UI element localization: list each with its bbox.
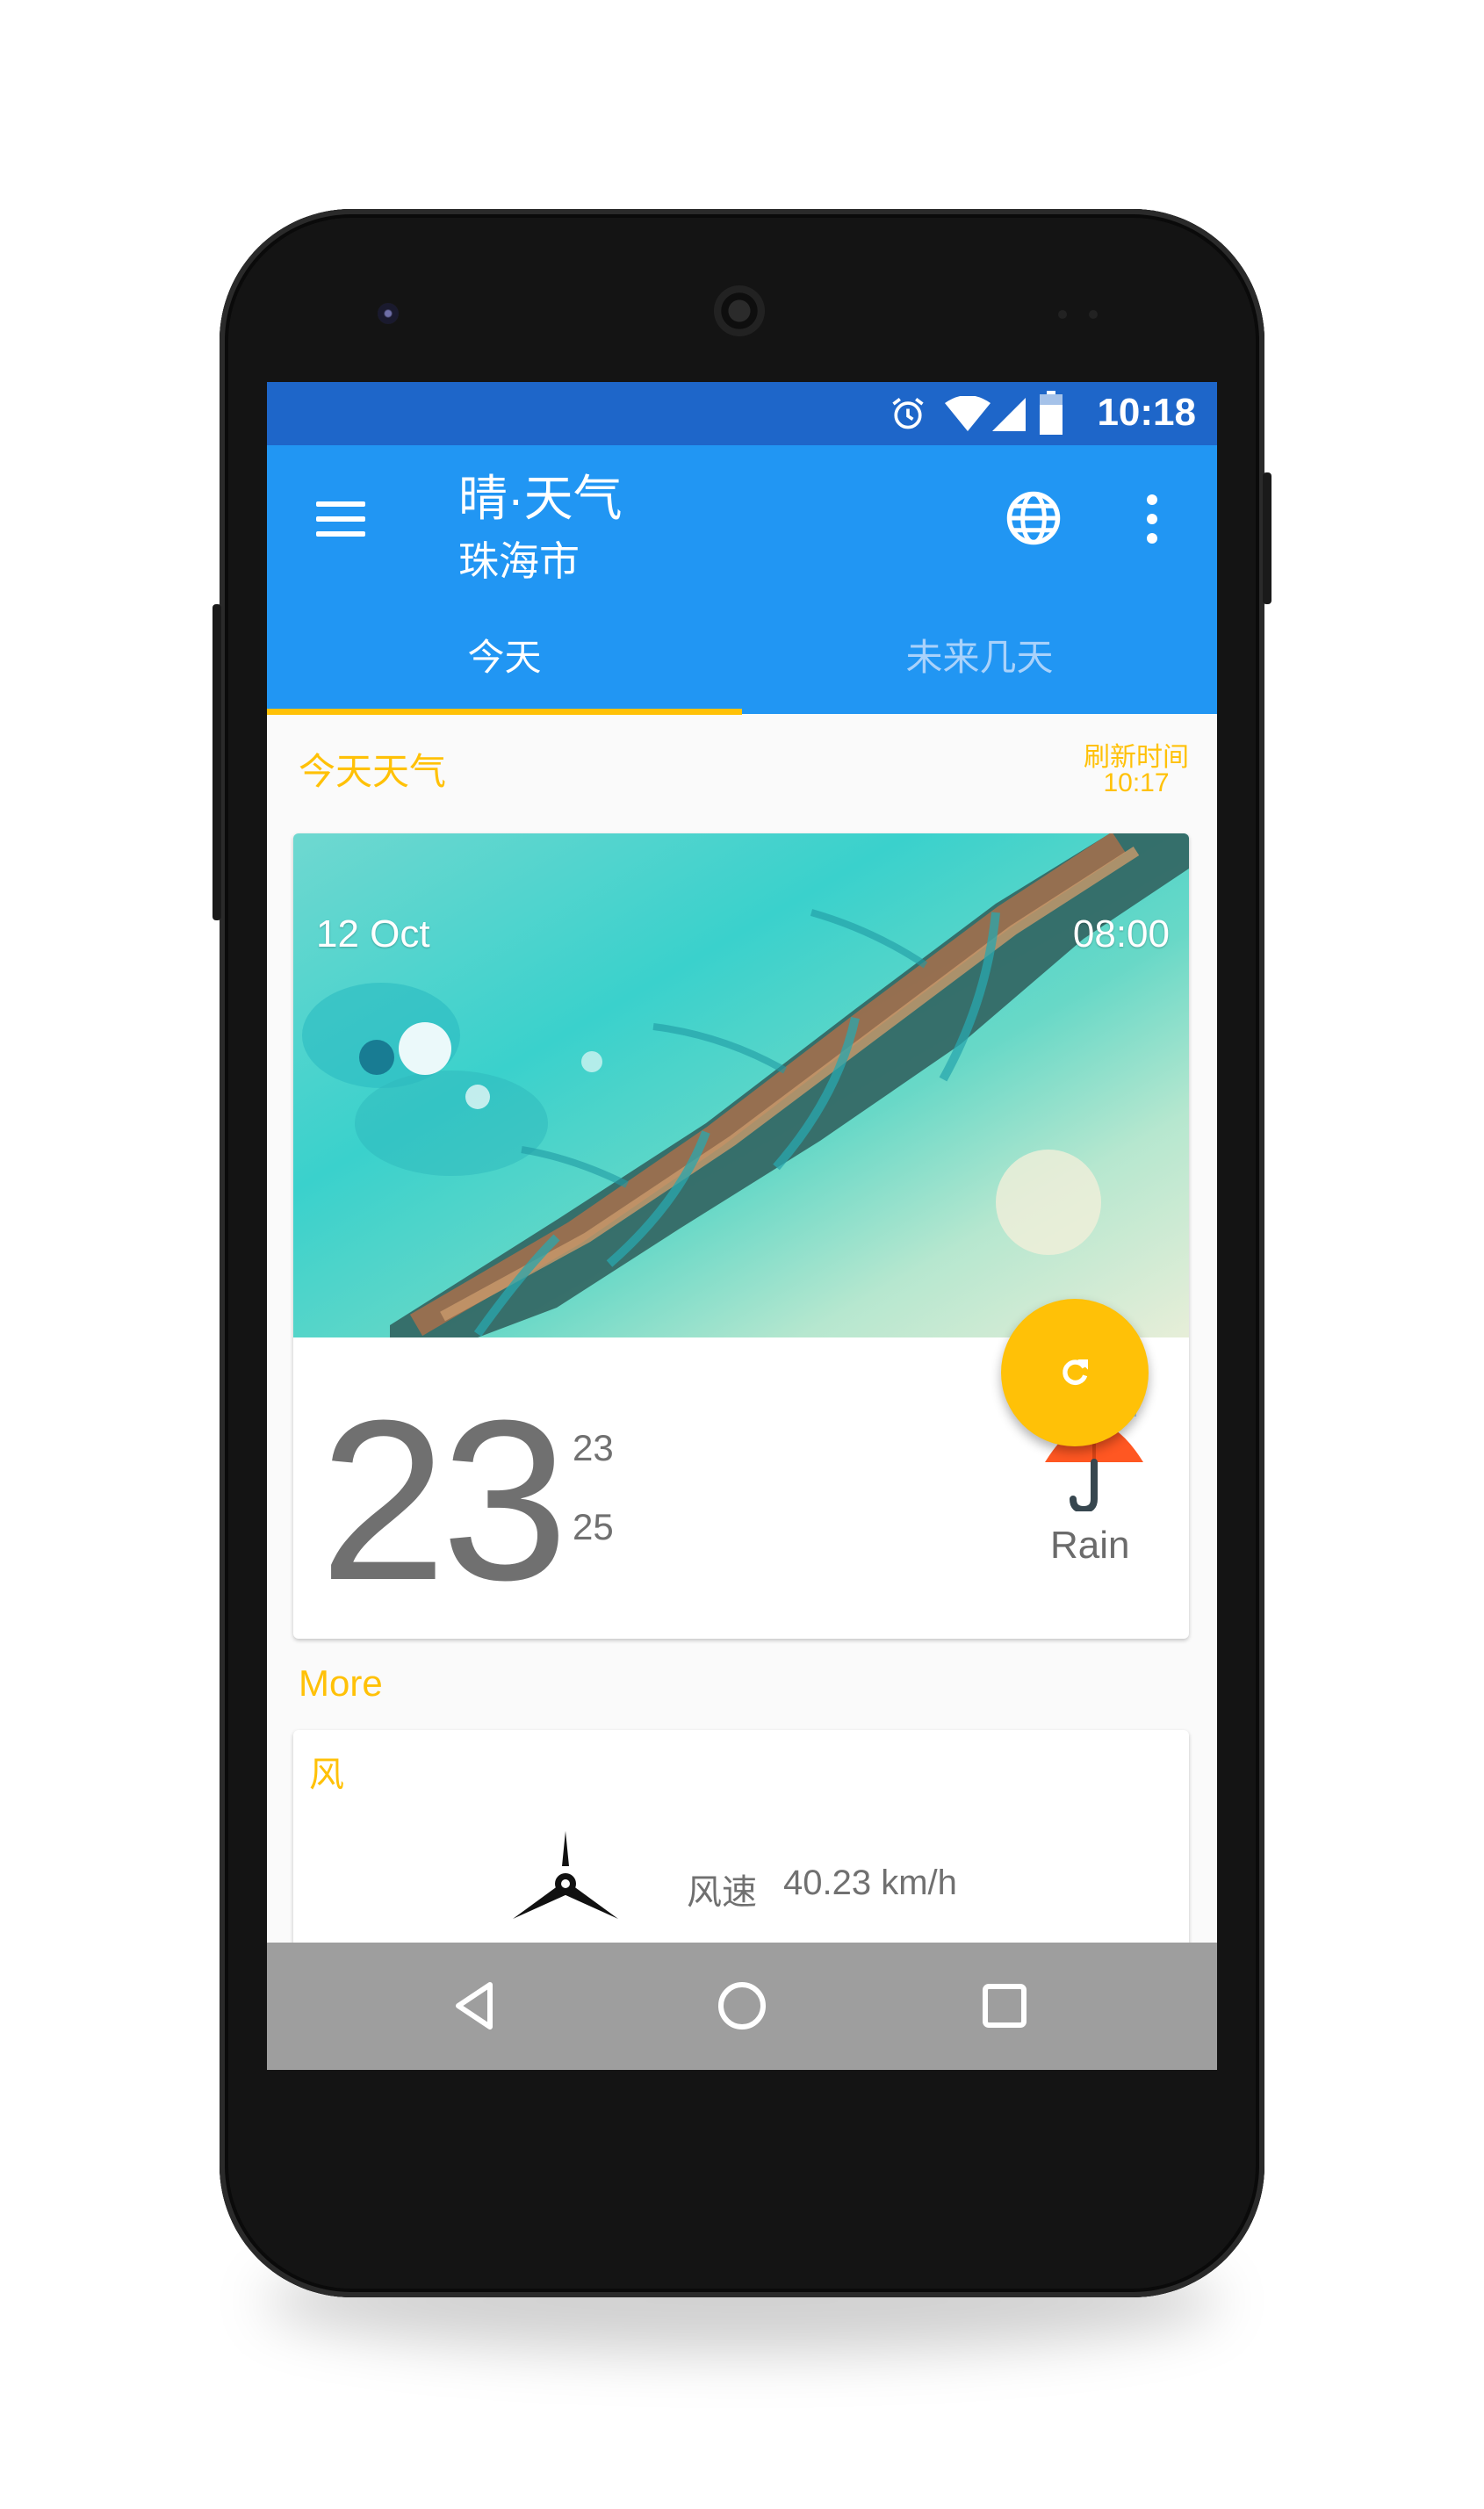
temp-low: 23 xyxy=(573,1427,614,1468)
back-icon[interactable] xyxy=(448,1978,504,2034)
home-icon[interactable] xyxy=(714,1978,770,2034)
forecast-time: 08:00 xyxy=(1072,912,1170,955)
battery-icon xyxy=(1040,391,1063,435)
hero-image: 12 Oct 08:00 xyxy=(293,833,1189,1337)
current-temperature: 23 xyxy=(320,1373,568,1628)
front-camera xyxy=(378,303,399,324)
app-bar: 晴·天气 珠海市 今天 未来几天 xyxy=(267,445,1217,715)
recents-icon[interactable] xyxy=(976,1978,1033,2034)
more-label: More xyxy=(299,1662,383,1704)
weather-card[interactable]: 12 Oct 08:00 23 23 25 Rain xyxy=(293,833,1189,1639)
app-title: 晴·天气 xyxy=(458,471,623,526)
wind-card-title: 风 xyxy=(309,1756,344,1794)
globe-icon[interactable] xyxy=(1005,489,1063,547)
menu-icon[interactable] xyxy=(316,501,365,537)
light-sensor xyxy=(1089,310,1098,319)
earpiece-speaker xyxy=(714,285,765,336)
today-weather-label: 今天天气 xyxy=(299,751,447,792)
wind-turbine-icon xyxy=(513,1831,618,1919)
temp-high: 25 xyxy=(573,1506,614,1547)
proximity-sensor xyxy=(1058,310,1067,319)
wifi-icon xyxy=(945,396,991,431)
signal-icon xyxy=(992,398,1026,431)
refresh-button[interactable] xyxy=(1001,1299,1149,1446)
weather-condition: Rain xyxy=(1050,1524,1130,1567)
wind-speed-label: 风速 xyxy=(687,1873,757,1912)
alarm-icon xyxy=(892,398,924,429)
forecast-date: 12 Oct xyxy=(316,912,430,955)
tab-indicator xyxy=(267,709,742,715)
status-time: 10:18 xyxy=(1097,391,1196,434)
power-button xyxy=(1263,472,1271,604)
nav-bar xyxy=(267,1943,1217,2070)
refresh-icon xyxy=(1063,1359,1088,1386)
city-name: 珠海市 xyxy=(458,538,580,584)
tab-today[interactable]: 今天 xyxy=(267,609,742,714)
refresh-time: 10:17 xyxy=(1103,768,1170,797)
screen: 10:18 晴·天气 珠海市 今天 未来几天 今天天气 刷新时间 10:17 1… xyxy=(267,382,1217,2070)
more-vert-icon[interactable] xyxy=(1145,494,1159,544)
volume-button xyxy=(213,604,221,920)
status-bar: 10:18 xyxy=(267,382,1217,445)
tab-future-days[interactable]: 未来几天 xyxy=(742,609,1217,714)
wind-speed-value: 40.23 km/h xyxy=(783,1864,957,1902)
